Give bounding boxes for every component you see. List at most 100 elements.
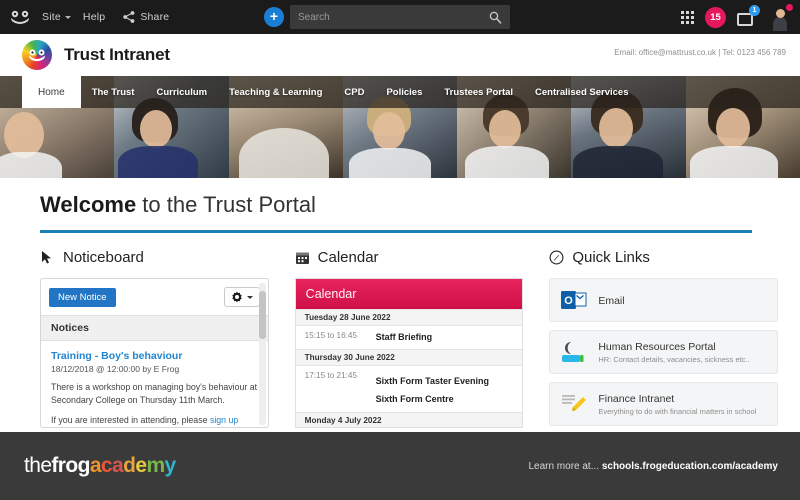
quick-link-subtitle: Everything to do with financial matters … (598, 406, 757, 416)
nav-item-the-trust[interactable]: The Trust (81, 76, 146, 108)
notice-cta: If you are interested in attending, plea… (51, 414, 258, 428)
frog-academy-logo: thefrogacademy (24, 454, 176, 478)
calendar-day-header: Monday 4 July 2022 (295, 411, 523, 427)
page-footer: thefrogacademy Learn more at... schools.… (0, 432, 800, 500)
noticeboard-header: Noticeboard (40, 249, 269, 266)
noticeboard-column: Noticeboard New Notice Notices Training … (40, 249, 269, 434)
noticeboard-title: Noticeboard (63, 249, 144, 266)
avatar-alert-badge (785, 3, 794, 12)
main-navigation: Home The Trust Curriculum Teaching & Lea… (0, 76, 800, 108)
notifications-badge[interactable]: 15 (705, 6, 726, 28)
quick-link-title: Human Resources Portal (598, 340, 716, 353)
svg-text:O: O (565, 295, 574, 307)
learn-more-prefix: Learn more at... (528, 460, 602, 472)
quick-link-text: Finance Intranet Everything to do with f… (598, 393, 756, 416)
event-name: Sixth Form Taster Evening (375, 375, 490, 386)
search-input[interactable] (298, 11, 489, 23)
quick-link-text: Email (598, 291, 624, 309)
calendar-column: Calendar Calendar Tuesday 28 June 2022 1… (294, 249, 524, 434)
notice-cta-prefix: If you are interested in attending, plea… (51, 414, 210, 425)
chevron-down-icon (64, 15, 71, 19)
frog-rainbow-logo[interactable] (22, 40, 52, 70)
frog-icon[interactable] (10, 10, 30, 25)
calendar-day-header: Thursday 30 June 2022 (295, 348, 523, 366)
notices-section-title: Notices (41, 315, 268, 341)
cursor-pin-icon (40, 250, 55, 265)
quick-link-finance-intranet[interactable]: Finance Intranet Everything to do with f… (549, 382, 779, 426)
grid-apps-icon[interactable] (681, 10, 694, 24)
welcome-heading: Welcome to the Trust Portal (40, 192, 778, 218)
welcome-heading-bold: Welcome (40, 192, 137, 217)
nav-item-curriculum[interactable]: Curriculum (145, 76, 218, 108)
avatar[interactable] (768, 3, 794, 29)
toolbar-right-group: 15 1 (681, 0, 794, 34)
welcome-heading-rest: to the Trust Portal (136, 192, 316, 217)
new-notice-button[interactable]: New Notice (49, 287, 116, 307)
calendar-event[interactable]: 17:15 to 21:45 Sixth Form Taster Evening… (296, 366, 523, 412)
nav-item-cpd[interactable]: CPD (333, 76, 375, 108)
quick-link-title: Finance Intranet (598, 392, 675, 405)
logo-academy: academy (89, 454, 176, 477)
contact-info: Email: office@mattrust.co.uk | Tel: 0123… (614, 48, 786, 57)
notice-body-text: There is a workshop on managing boy's be… (51, 382, 258, 405)
noticeboard-widget: New Notice Notices Training - Boy's beha… (40, 278, 269, 428)
add-button[interactable]: + (264, 7, 284, 27)
calendar-title: Calendar (317, 249, 379, 266)
hr-person-icon (561, 340, 587, 364)
chevron-down-icon (246, 295, 253, 299)
notice-item: Training - Boy's behaviour 18/12/2018 @ … (41, 341, 268, 428)
scrollbar-thumb[interactable] (258, 291, 266, 339)
main-content: Welcome to the Trust Portal Noticeboard (22, 178, 779, 438)
page-title: Trust Intranet (64, 45, 170, 64)
nav-item-policies[interactable]: Policies (375, 76, 433, 108)
event-time: 15:15 to 16:45 (304, 331, 358, 340)
calendar-panel-title: Calendar (295, 279, 523, 309)
quick-links-title: Quick Links (572, 249, 650, 266)
search-icon[interactable] (489, 11, 502, 24)
event-name: Staff Briefing (375, 332, 433, 342)
nav-item-trustees-portal[interactable]: Trustees Portal (433, 76, 524, 108)
quick-link-title: Email (598, 295, 625, 307)
hero-banner: Home The Trust Curriculum Teaching & Lea… (0, 76, 800, 178)
site-menu-label: Site (42, 11, 61, 23)
calendar-widget: Calendar Tuesday 28 June 2022 15:15 to 1… (294, 278, 524, 428)
search-bar[interactable] (290, 5, 510, 29)
share-button[interactable]: Share (123, 11, 169, 23)
nav-item-home[interactable]: Home (22, 76, 81, 108)
noticeboard-toolbar: New Notice (41, 279, 268, 315)
quick-links-header: Quick Links (549, 249, 778, 266)
quick-links-column: Quick Links O Email Human Resources Port… (549, 249, 779, 434)
share-icon (123, 11, 135, 23)
learn-more-text: Learn more at... schools.frogeducation.c… (528, 461, 778, 472)
accent-divider (40, 230, 752, 233)
site-menu[interactable]: Site (42, 11, 71, 23)
nav-item-centralised-services[interactable]: Centralised Services (524, 76, 639, 108)
nav-item-teaching-learning[interactable]: Teaching & Learning (218, 76, 333, 108)
event-location: Sixth Form Centre (375, 393, 454, 404)
toolbar-left-group: Site Help Share (0, 10, 169, 25)
quick-link-hr-portal[interactable]: Human Resources Portal HR: Contact detai… (549, 330, 779, 374)
outlook-email-icon: O (561, 288, 587, 312)
message-icon[interactable]: 1 (737, 5, 760, 26)
finance-pencil-icon (561, 392, 587, 416)
quick-link-subtitle: HR: Contact details, vacancies, sickness… (598, 354, 750, 364)
logo-the: the (24, 454, 52, 477)
help-link[interactable]: Help (83, 11, 105, 23)
calendar-event[interactable]: 15:15 to 16:45 Staff Briefing (296, 326, 523, 349)
dashboard-columns: Noticeboard New Notice Notices Training … (40, 249, 779, 434)
noticeboard-settings-button[interactable] (223, 287, 260, 307)
event-details: Sixth Form Taster Evening Sixth Form Cen… (376, 371, 489, 407)
learn-more-url[interactable]: schools.frogeducation.com/academy (602, 461, 778, 472)
compass-icon (549, 250, 564, 265)
calendar-header: Calendar (295, 249, 524, 266)
quick-link-text: Human Resources Portal HR: Contact detai… (598, 341, 749, 364)
page-root: Site Help Share + Search 15 1 Trust Intr… (0, 0, 800, 500)
logo-frog: frog (51, 454, 90, 477)
notice-meta: 18/12/2018 @ 12:00:00 by E Frog (51, 364, 180, 374)
calendar-icon (295, 250, 310, 265)
top-toolbar: Site Help Share + Search 15 1 (0, 0, 800, 34)
share-label: Share (140, 11, 170, 23)
quick-link-email[interactable]: O Email (549, 278, 779, 322)
notice-title-link[interactable]: Training - Boy's behaviour (51, 350, 258, 362)
frog-face-icon (28, 49, 46, 62)
